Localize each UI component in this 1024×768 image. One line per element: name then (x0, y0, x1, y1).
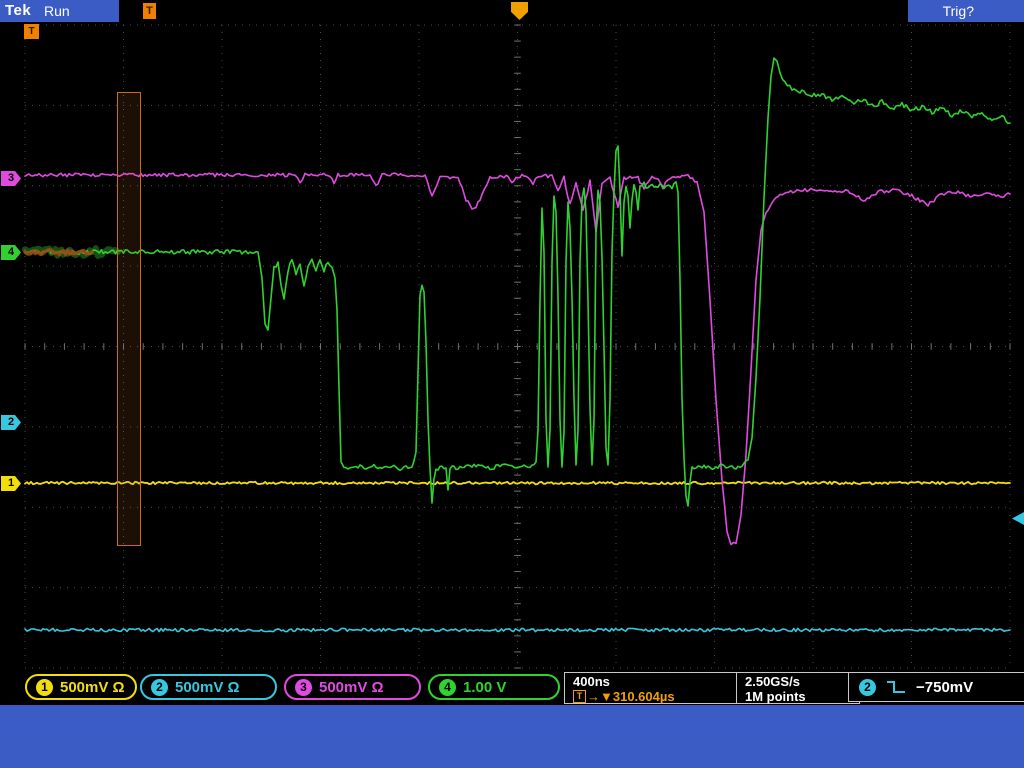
trigger-source-flag: T (24, 24, 39, 39)
ch4-position-marker[interactable]: 4 (1, 245, 21, 260)
top-status-bar: Tek Run T Trig? (0, 0, 1024, 22)
falling-slope-icon (887, 681, 905, 693)
ch2-position-marker[interactable]: 2 (1, 415, 21, 430)
record-length: 1M points (745, 689, 806, 704)
waveform-ch4 (24, 57, 1011, 507)
delay-readout: T →▼310.604µs (573, 689, 737, 704)
tek-logo: Tek (5, 2, 32, 19)
waveform-ch1 (24, 480, 1011, 486)
ch3-scale: 500mV Ω (319, 678, 384, 696)
trigger-level-value: −750mV (916, 678, 974, 696)
acquisition-readout: 2.50GS/s 1M points (736, 672, 860, 704)
ch2-readout: 2 500mV Ω (140, 674, 277, 700)
trigger-level-arrow[interactable] (1012, 512, 1024, 525)
waveform-ch2 (24, 627, 1011, 633)
waveform-ch4_fuzz (22, 245, 121, 259)
ch2-badge: 2 (151, 678, 168, 696)
ch1-badge: 1 (36, 678, 53, 696)
horizontal-readout: 400ns T →▼310.604µs (564, 672, 746, 704)
ch1-position-marker[interactable]: 1 (1, 476, 21, 491)
delay-t-icon: T (573, 690, 586, 703)
sample-rate: 2.50GS/s (745, 674, 800, 689)
acquisition-status: Run (44, 3, 70, 19)
trigger-source-badge: 2 (859, 678, 876, 696)
delay-value: →▼310.604µs (587, 689, 675, 704)
waveform-aux_brown (23, 247, 94, 257)
search-mark-region[interactable] (117, 92, 141, 546)
ch3-badge: 3 (295, 678, 312, 696)
soft-menu-bar: Type Edge Source 2 Coupling DC Slope (0, 705, 1024, 768)
timebase-value: 400ns (573, 674, 610, 689)
waveform-ch3 (24, 172, 1011, 546)
ch3-readout: 3 500mV Ω (284, 674, 421, 700)
trigger-readout: 2 −750mV (848, 672, 1024, 702)
trigger-state-label: Trig? (942, 3, 974, 19)
ch3-position-marker[interactable]: 3 (1, 171, 21, 186)
trigger-t-marker: T (143, 3, 156, 19)
ch1-readout: 1 500mV Ω (25, 674, 137, 700)
ch1-scale: 500mV Ω (60, 678, 125, 696)
oscilloscope-screen: Tek Run T Trig? T 3 4 2 1 1 500mV Ω 2 50… (0, 0, 1024, 768)
ch2-scale: 500mV Ω (175, 678, 240, 696)
ch4-scale: 1.00 V (463, 678, 507, 696)
ch4-readout: 4 1.00 V (428, 674, 560, 700)
waveform-display (22, 24, 1011, 669)
ch4-badge: 4 (439, 678, 456, 696)
